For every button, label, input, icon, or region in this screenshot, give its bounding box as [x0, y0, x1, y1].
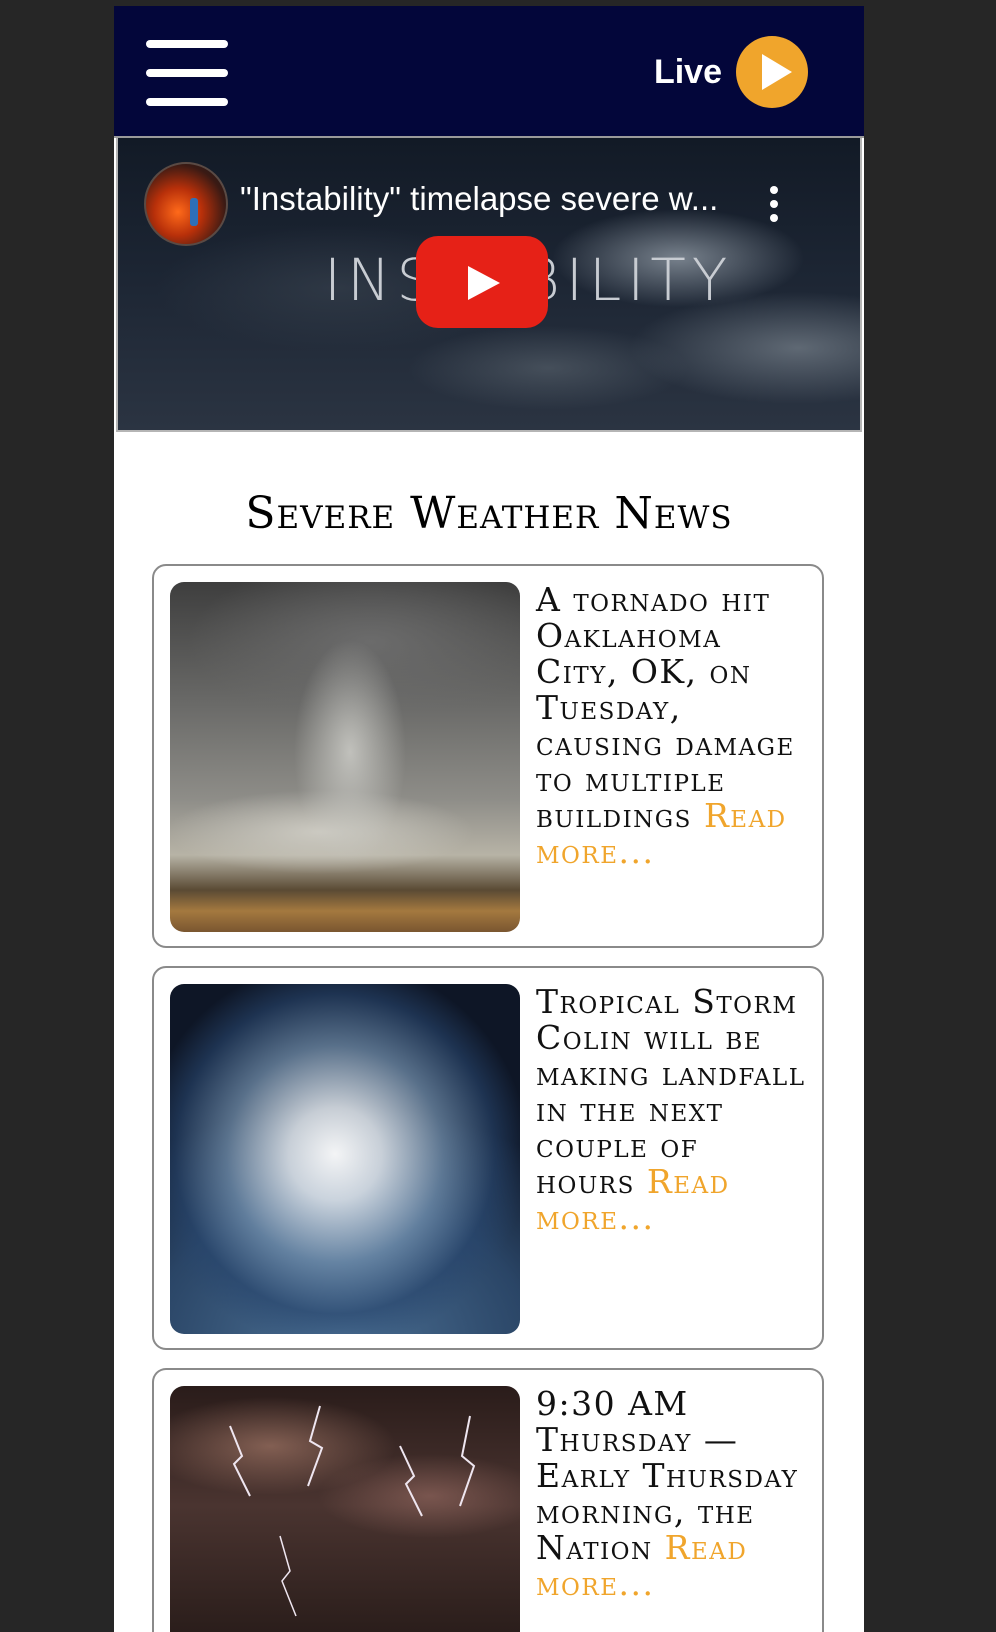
- channel-avatar[interactable]: [144, 162, 228, 246]
- news-card-text: A tornado hit Oaklahoma City, OK, on Tue…: [536, 582, 806, 870]
- top-navigation-bar: Live: [114, 6, 864, 138]
- video-title[interactable]: "Instability" timelapse severe w...: [240, 180, 760, 218]
- news-card-text: 9:30 AM Thursday — Early Thursday mornin…: [536, 1386, 806, 1602]
- youtube-play-icon[interactable]: [416, 236, 548, 328]
- app-screen: Live "Instability" timelapse severe w...…: [114, 6, 864, 1632]
- live-button[interactable]: Live: [654, 36, 808, 108]
- supercell-storm-photo[interactable]: [170, 582, 520, 932]
- live-label: Live: [653, 52, 722, 91]
- news-card[interactable]: A tornado hit Oaklahoma City, OK, on Tue…: [152, 564, 824, 948]
- section-heading: Severe Weather News: [245, 488, 733, 539]
- news-card-text: Tropical Storm Colin will be making land…: [536, 984, 806, 1236]
- hurricane-satellite-photo[interactable]: [170, 984, 520, 1334]
- kebab-menu-icon[interactable]: [768, 186, 780, 222]
- hamburger-menu-icon[interactable]: [146, 40, 228, 106]
- lightning-storm-photo[interactable]: [170, 1386, 520, 1632]
- news-card[interactable]: 9:30 AM Thursday — Early Thursday mornin…: [152, 1368, 824, 1632]
- video-embed[interactable]: "Instability" timelapse severe w... INST…: [116, 138, 862, 432]
- play-icon: [736, 36, 808, 108]
- news-card[interactable]: Tropical Storm Colin will be making land…: [152, 966, 824, 1350]
